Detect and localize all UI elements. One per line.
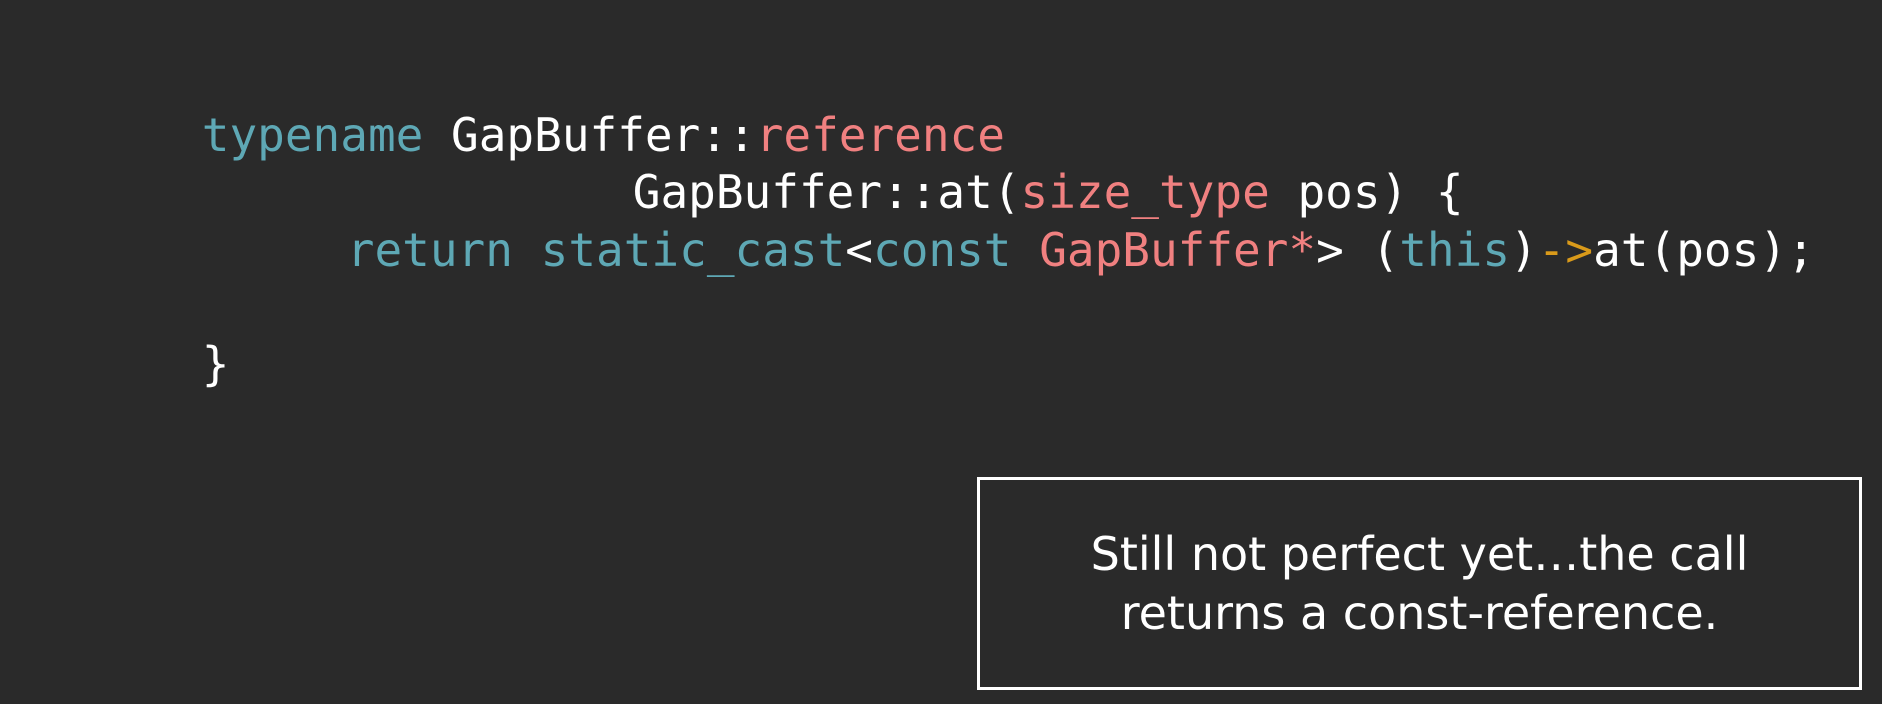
code-token: ) bbox=[1510, 223, 1538, 277]
code-token: > ( bbox=[1316, 223, 1400, 277]
code-line-3: return static_cast<const GapBuffer*> (th… bbox=[236, 166, 1815, 277]
code-token: -> bbox=[1537, 223, 1594, 277]
code-token: GapBuffer* bbox=[1039, 223, 1317, 277]
callout-text: Still not perfect yet…the call returns a… bbox=[1090, 526, 1749, 640]
code-token: at(pos); bbox=[1593, 223, 1815, 277]
code-token: < bbox=[845, 223, 873, 277]
code-block: typename GapBuffer::reference GapBuffer:… bbox=[0, 0, 1882, 391]
code-token: } bbox=[201, 337, 230, 391]
code-line-4: } bbox=[91, 280, 230, 391]
code-token: this bbox=[1399, 223, 1511, 277]
code-token: const bbox=[873, 223, 1012, 277]
code-token: typename bbox=[201, 108, 424, 162]
code-line-2: GapBuffer::at(size_type pos) { bbox=[522, 108, 1464, 219]
code-token: static_cast bbox=[540, 223, 846, 277]
code-line-1: typename GapBuffer::reference bbox=[91, 51, 1005, 162]
code-token: return bbox=[346, 223, 513, 277]
callout-box: Still not perfect yet…the call returns a… bbox=[977, 477, 1862, 690]
